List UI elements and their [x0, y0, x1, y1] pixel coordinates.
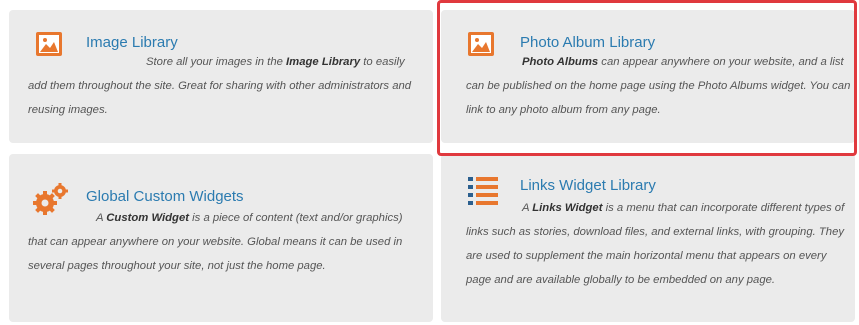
links-widget-library-card[interactable]: Links Widget Library A Links Widget is a… [441, 154, 855, 322]
card-title[interactable]: Links Widget Library [520, 177, 656, 194]
image-library-card[interactable]: Image Library Store all your images in t… [9, 10, 433, 143]
card-description: Photo Albums can appear anywhere on your… [466, 56, 851, 116]
card-title[interactable]: Image Library [86, 34, 178, 51]
card-title[interactable]: Global Custom Widgets [86, 188, 244, 205]
card-description: A Links Widget is a menu that can incorp… [466, 202, 845, 286]
global-custom-widgets-card[interactable]: Global Custom Widgets A Custom Widget is… [9, 154, 433, 322]
photo-album-library-card[interactable]: Photo Album Library Photo Albums can app… [441, 10, 855, 143]
card-description: Store all your images in the Image Libra… [28, 56, 412, 116]
card-description: A Custom Widget is a piece of content (t… [28, 212, 403, 272]
card-title[interactable]: Photo Album Library [520, 34, 655, 51]
